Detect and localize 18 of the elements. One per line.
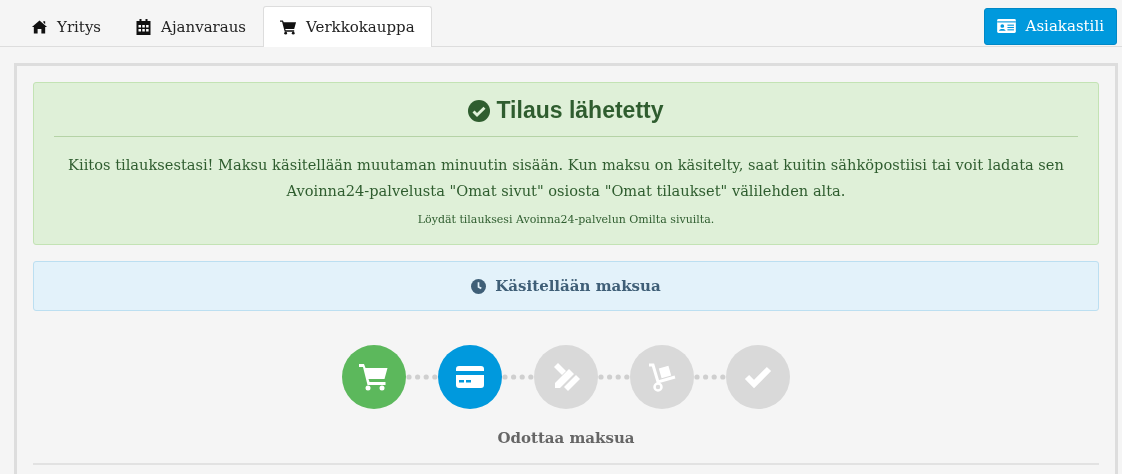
calendar-icon [135, 18, 153, 35]
home-icon [31, 18, 48, 35]
dotted-connector [694, 374, 726, 380]
step-caption: Odottaa maksua [496, 429, 636, 447]
check-circle-icon [468, 99, 491, 122]
success-message: Kiitos tilauksestasi! Maksu käsitellään muutaman minuutin sisään. Kun maksu on käsitelty, saat kuitin sähköpostiisi tai voit ladata sen Avoinna24-palvelusta "Omat sivut" osiosta "Omat tilaukset" välilehden alta. [68, 155, 1064, 201]
success-note: Löydät tilauksesi Avoinna24-palvelun Omilta sivuilta. [416, 213, 716, 226]
status-label: Käsitellään maksua [495, 277, 661, 295]
success-title: Tilaus lähetetty [496, 97, 664, 124]
dotted-connector [502, 374, 534, 380]
id-card-icon [996, 19, 1016, 33]
tab[interactable]: Verkkokauppa [263, 6, 432, 47]
clock-icon [471, 278, 487, 294]
dotted-connector [406, 374, 438, 380]
tab[interactable]: Yritys [14, 6, 119, 46]
cart-icon [280, 19, 298, 35]
dotted-connector [598, 374, 630, 380]
tab[interactable]: Ajanvaraus [118, 6, 264, 46]
